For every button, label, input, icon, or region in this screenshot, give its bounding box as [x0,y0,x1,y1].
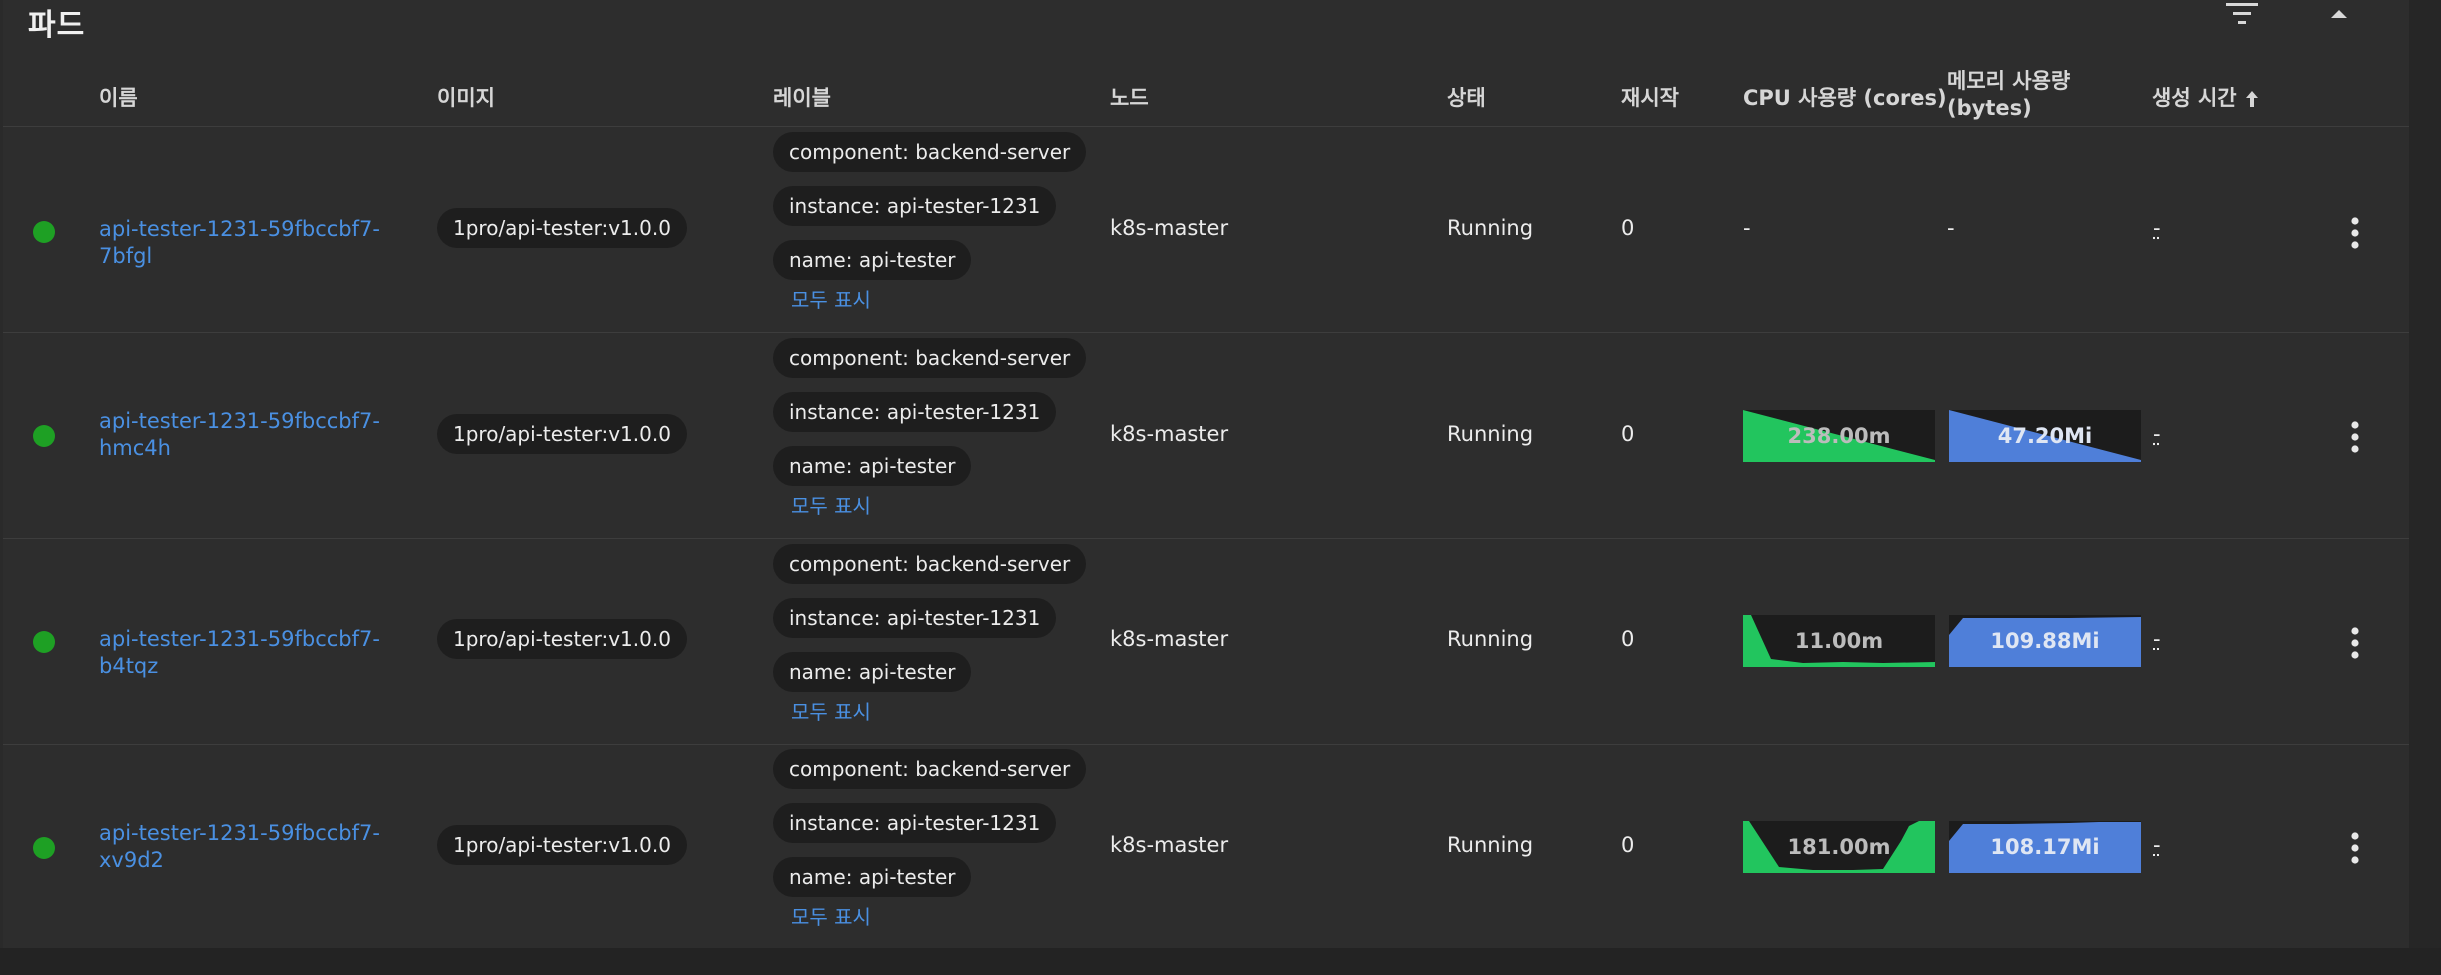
show-all-labels-link[interactable]: 모두 표시 [773,490,871,519]
memory-sparkline: 108.17Mi [1949,821,2141,873]
label-chip: component: backend-server [773,749,1087,789]
status-dot-icon [33,221,55,243]
created-time-cell: - [2153,422,2161,446]
cpu-value: 181.00m [1787,835,1891,859]
table-row: api-tester-1231-59fbccbf7- xv9d2 1pro/ap… [3,744,2409,947]
filter-icon[interactable] [2224,0,2260,28]
created-time-cell: - [2153,627,2161,651]
page-title: 파드 [28,8,86,43]
cpu-sparkline: 238.00m [1743,410,1935,462]
status-cell: Running [1447,627,1534,651]
column-header-restarts[interactable]: 재시작 [1621,82,1679,112]
status-cell: Running [1447,833,1534,857]
cpu-sparkline: 181.00m [1743,821,1935,873]
pod-name-line2: hmc4h [99,436,171,460]
node-cell: k8s-master [1110,422,1229,446]
column-header-labels[interactable]: 레이블 [773,82,831,112]
pod-name-line1: api-tester-1231-59fbccbf7-b4tqz [99,627,380,678]
show-all-labels-link[interactable]: 모두 표시 [773,696,871,725]
labels-cell: component: backend-server instance: api-… [773,132,1103,313]
more-vert-icon[interactable] [2343,828,2367,868]
memory-cell: - [1947,216,1955,240]
label-chip: name: api-tester [773,240,972,280]
pod-name-link[interactable]: api-tester-1231-59fbccbf7-7bfgl [99,216,429,270]
status-cell: Running [1447,422,1534,446]
table-row: api-tester-1231-59fbccbf7-b4tqz 1pro/api… [3,539,2409,745]
column-header-node[interactable]: 노드 [1110,82,1149,112]
cpu-value: 11.00m [1794,629,1884,653]
label-chip: name: api-tester [773,857,972,897]
scroll-track [2409,0,2441,948]
column-header-created-label: 생성 시간 [2152,86,2237,110]
column-header-memory[interactable]: 메모리 사용량 (bytes) [1947,68,2117,122]
created-time-cell: - [2153,833,2161,857]
label-chip: instance: api-tester-1231 [773,598,1057,638]
label-chip: component: backend-server [773,338,1087,378]
column-header-cpu[interactable]: CPU 사용량 (cores) [1743,82,1947,112]
bottom-bar [0,948,2441,975]
pod-name-line1: api-tester-1231-59fbccbf7-7bfgl [99,217,380,268]
table-row: api-tester-1231-59fbccbf7-7bfgl 1pro/api… [3,127,2409,333]
table-row: api-tester-1231-59fbccbf7- hmc4h 1pro/ap… [3,333,2409,539]
memory-value: 108.17Mi [1990,835,2100,859]
restarts-cell: 0 [1621,833,1635,857]
node-cell: k8s-master [1110,833,1229,857]
cpu-value: 238.00m [1787,424,1891,448]
node-cell: k8s-master [1110,216,1229,240]
memory-value: 47.20Mi [1997,424,2093,448]
label-chip: name: api-tester [773,446,972,486]
table-header: 이름 이미지 레이블 노드 상태 재시작 CPU 사용량 (cores) 메모리… [3,68,2409,127]
pod-name-line1: api-tester-1231-59fbccbf7- [99,409,380,433]
status-dot-icon [33,631,55,653]
arrow-up-icon [2245,91,2258,107]
label-chip: component: backend-server [773,544,1087,584]
labels-cell: component: backend-server instance: api-… [773,749,1103,930]
cpu-cell: - [1743,216,1751,240]
image-chip: 1pro/api-tester:v1.0.0 [437,208,687,248]
column-header-image[interactable]: 이미지 [437,82,495,112]
more-vert-icon[interactable] [2343,417,2367,457]
memory-sparkline: 47.20Mi [1949,410,2141,462]
image-chip: 1pro/api-tester:v1.0.0 [437,619,687,659]
pod-name-line1: api-tester-1231-59fbccbf7- [99,821,380,845]
pod-name-link[interactable]: api-tester-1231-59fbccbf7- hmc4h [99,408,429,462]
memory-sparkline: 109.88Mi [1949,615,2141,667]
label-chip: instance: api-tester-1231 [773,392,1057,432]
column-header-status[interactable]: 상태 [1447,82,1486,112]
pod-name-link[interactable]: api-tester-1231-59fbccbf7-b4tqz [99,626,429,680]
node-cell: k8s-master [1110,627,1229,651]
image-chip: 1pro/api-tester:v1.0.0 [437,825,687,865]
more-vert-icon[interactable] [2343,623,2367,663]
restarts-cell: 0 [1621,216,1635,240]
restarts-cell: 0 [1621,422,1635,446]
label-chip: name: api-tester [773,652,972,692]
label-chip: instance: api-tester-1231 [773,186,1057,226]
restarts-cell: 0 [1621,627,1635,651]
labels-cell: component: backend-server instance: api-… [773,544,1103,725]
status-cell: Running [1447,216,1534,240]
more-vert-icon[interactable] [2343,213,2367,253]
status-dot-icon [33,837,55,859]
image-chip: 1pro/api-tester:v1.0.0 [437,414,687,454]
chevron-up-icon[interactable] [2324,2,2354,26]
cpu-sparkline: 11.00m [1743,615,1935,667]
label-chip: component: backend-server [773,132,1087,172]
labels-cell: component: backend-server instance: api-… [773,338,1103,519]
show-all-labels-link[interactable]: 모두 표시 [773,284,871,313]
status-dot-icon [33,425,55,447]
memory-value: 109.88Mi [1990,629,2100,653]
column-header-created[interactable]: 생성 시간 [2152,82,2259,112]
pod-name-link[interactable]: api-tester-1231-59fbccbf7- xv9d2 [99,820,429,874]
created-time-cell: - [2153,216,2161,240]
show-all-labels-link[interactable]: 모두 표시 [773,901,871,930]
label-chip: instance: api-tester-1231 [773,803,1057,843]
pod-name-line2: xv9d2 [99,848,164,872]
column-header-name[interactable]: 이름 [99,82,138,112]
